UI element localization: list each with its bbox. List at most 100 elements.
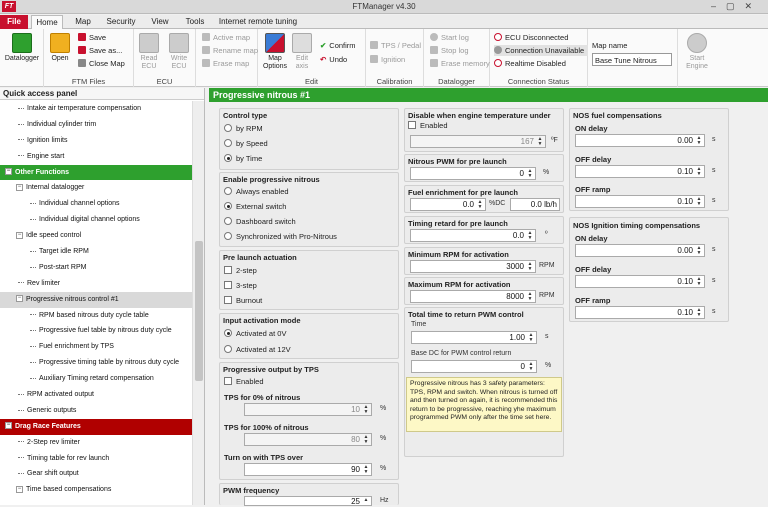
map-name-field[interactable]: Base Tune Nitrous: [592, 53, 672, 66]
disable-temp-title: Disable when engine temperature under: [408, 111, 551, 120]
radio-by-rpm[interactable]: by RPM: [224, 124, 263, 134]
checkbox-icon: [224, 377, 232, 385]
start-log-button[interactable]: Start log: [430, 32, 469, 43]
open-button[interactable]: Open: [46, 33, 74, 63]
tree-category-drag-race[interactable]: − Drag Race Features: [0, 418, 192, 435]
pwm-pre-launch-input[interactable]: 0 ▲ ▼: [410, 167, 536, 180]
ftm-files-caption: FTM Files: [71, 77, 106, 86]
erase-map-button[interactable]: Erase map: [202, 58, 249, 69]
tree-item[interactable]: Progressive timing table by nitrous duty…: [0, 355, 192, 371]
start-engine-button[interactable]: Start Engine: [680, 33, 714, 71]
radio-by-speed[interactable]: by Speed: [224, 139, 268, 149]
tree-item[interactable]: Timing table for rev launch: [0, 451, 192, 467]
window-controls[interactable]: –▢✕: [711, 1, 762, 12]
radio-activated-12v[interactable]: Activated at 12V: [224, 345, 291, 355]
sidebar-scrollbar[interactable]: [192, 101, 204, 505]
nos-fuel-off-delay-input[interactable]: 0.10 ▲ ▼: [575, 165, 705, 178]
radio-activated-0v[interactable]: Activated at 0V: [224, 329, 286, 339]
tree-item[interactable]: Engine start: [0, 149, 192, 165]
tree-item[interactable]: Intake air temperature compensation: [0, 101, 192, 117]
ignition-button[interactable]: Ignition: [370, 54, 405, 65]
tps-enabled-checkbox[interactable]: Enabled: [224, 377, 264, 387]
checkbox-3-step[interactable]: 3-step: [224, 281, 257, 291]
tab-view[interactable]: View: [146, 15, 174, 29]
tree-item[interactable]: Target idle RPM: [0, 244, 192, 260]
time-input[interactable]: 1.00 ▲ ▼: [411, 331, 537, 344]
pwm-frequency-unit: Hz: [380, 497, 389, 504]
tps100-unit: %: [380, 435, 387, 442]
base-dc-input[interactable]: 0 ▲ ▼: [411, 360, 537, 373]
max-rpm-input[interactable]: 8000 ▲ ▼: [410, 290, 536, 303]
stop-log-button[interactable]: Stop log: [430, 45, 469, 56]
max-rpm-title: Maximum RPM for activation: [408, 280, 511, 289]
tree-item[interactable]: Rev limiter: [0, 276, 192, 292]
confirm-button[interactable]: ✔ Confirm: [320, 40, 356, 51]
tab-file[interactable]: File: [0, 15, 28, 29]
tree-item[interactable]: Gear shift output: [0, 466, 192, 482]
close-map-button[interactable]: Close Map: [78, 58, 125, 69]
nos-fuel-off-ramp-input[interactable]: 0.10 ▲ ▼: [575, 195, 705, 208]
tab-tools[interactable]: Tools: [180, 15, 210, 29]
tab-home[interactable]: Home: [31, 15, 63, 29]
collapse-icon: −: [16, 231, 23, 239]
min-rpm-input[interactable]: 3000 ▲ ▼: [410, 260, 536, 273]
undo-button[interactable]: ↶ Undo: [320, 54, 347, 65]
tps100-input[interactable]: 80 ▲ ▼: [244, 433, 372, 446]
nos-ign-off-ramp-input[interactable]: 0.10 ▲ ▼: [575, 306, 705, 319]
radio-always-enabled[interactable]: Always enabled: [224, 187, 289, 197]
read-ecu-button[interactable]: Read ECU: [135, 33, 163, 71]
tab-map[interactable]: Map: [68, 15, 98, 29]
tree-item[interactable]: Generic outputs: [0, 403, 192, 419]
tree-item[interactable]: RPM based nitrous duty cycle table: [0, 308, 192, 324]
tps0-input[interactable]: 10 ▲ ▼: [244, 403, 372, 416]
datalogger-button[interactable]: Datalogger: [2, 33, 42, 63]
radio-external-switch[interactable]: External switch: [224, 202, 286, 212]
active-map-button[interactable]: Active map: [202, 32, 250, 43]
checkbox-2-step[interactable]: 2-step: [224, 266, 257, 276]
save-button[interactable]: Save: [78, 32, 106, 43]
tree-item-progressive-nitrous-selected[interactable]: − Progressive nitrous control #1: [0, 291, 192, 308]
nos-ign-on-delay-input[interactable]: 0.00 ▲ ▼: [575, 244, 705, 257]
tree-item[interactable]: Individual channel options: [0, 196, 192, 212]
timing-pre-launch-input[interactable]: 0.0 ▲ ▼: [410, 229, 536, 242]
tree-item[interactable]: − Time based compensations: [0, 482, 192, 498]
edit-axis-button[interactable]: Edit axis: [290, 33, 314, 71]
radio-by-time[interactable]: by Time: [224, 154, 262, 164]
fuel-pre-launch-input[interactable]: 0.0 ▲ ▼: [410, 198, 486, 211]
fuel-pre-launch-unit: %DC: [489, 200, 506, 207]
write-ecu-button[interactable]: Write ECU: [165, 33, 193, 71]
scrollbar-thumb[interactable]: [195, 241, 203, 381]
tree-item[interactable]: 2-Step rev limiter: [0, 435, 192, 451]
checkbox-burnout[interactable]: Burnout: [224, 296, 262, 306]
disable-temp-enabled-checkbox[interactable]: Enabled: [408, 121, 448, 131]
tree-item[interactable]: Post-start RPM: [0, 260, 192, 276]
erase-memory-button[interactable]: Erase memory: [430, 58, 490, 69]
ribbon: Datalogger Open Save Save as... Close Ma…: [0, 29, 768, 87]
connection-unavailable-status[interactable]: Connection Unavailable: [494, 45, 589, 56]
tree-item[interactable]: Auxiliary Timing retard compensation: [0, 371, 192, 387]
save-as-button[interactable]: Save as...: [78, 45, 122, 56]
radio-dashboard-switch[interactable]: Dashboard switch: [224, 217, 296, 227]
turnon-tps-unit: %: [380, 465, 387, 472]
turnon-tps-label: Turn on with TPS over: [224, 453, 304, 462]
tree-item[interactable]: RPM activated output: [0, 387, 192, 403]
tree-item[interactable]: Progressive fuel table by nitrous duty c…: [0, 323, 192, 339]
tree-item[interactable]: Individual cylinder trim: [0, 117, 192, 133]
tps-pedal-button[interactable]: TPS / Pedal: [370, 40, 421, 51]
check-icon: ✔: [320, 41, 327, 50]
tab-security[interactable]: Security: [103, 15, 139, 29]
tree-item[interactable]: Ignition limits: [0, 133, 192, 149]
radio-synchronized-pro-nitrous[interactable]: Synchronized with Pro-Nitrous: [224, 232, 337, 242]
nos-fuel-on-delay-input[interactable]: 0.00 ▲ ▼: [575, 134, 705, 147]
nos-ign-off-delay-input[interactable]: 0.10 ▲ ▼: [575, 275, 705, 288]
rename-map-button[interactable]: Rename map: [202, 45, 258, 56]
tree-item[interactable]: Fuel enrichment by TPS: [0, 339, 192, 355]
disable-temp-input[interactable]: 167 ▲ ▼: [410, 135, 546, 148]
tree-item[interactable]: − Internal datalogger: [0, 180, 192, 196]
tree-item[interactable]: Individual digital channel options: [0, 212, 192, 228]
tree-item[interactable]: − Idle speed control: [0, 228, 192, 244]
map-options-button[interactable]: Map Options: [260, 33, 290, 71]
tree-category-other-functions[interactable]: − Other Functions: [0, 164, 192, 181]
tab-internet-remote-tuning[interactable]: Internet remote tuning: [216, 15, 300, 29]
turnon-tps-input[interactable]: 90 ▲ ▼: [244, 463, 372, 476]
